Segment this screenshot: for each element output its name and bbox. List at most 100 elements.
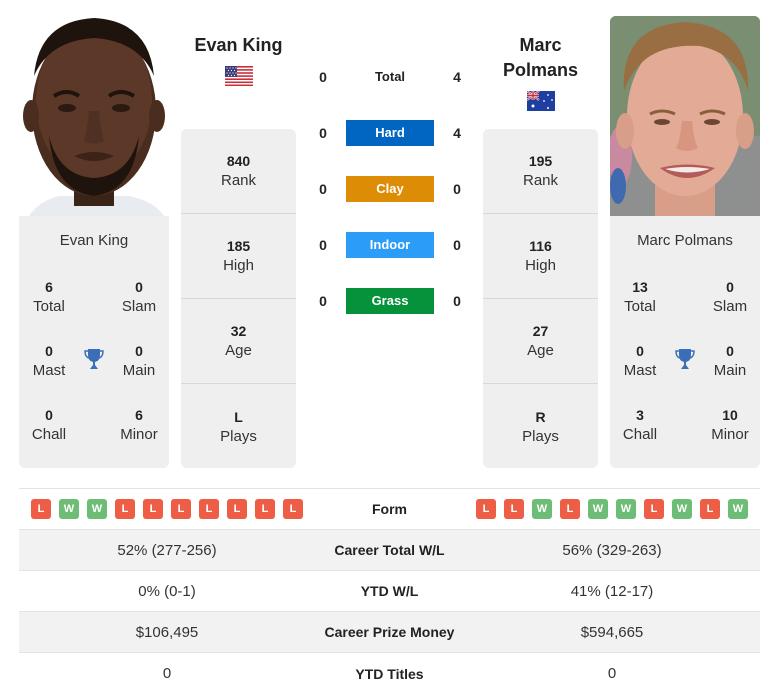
h2h-right-value: 0 <box>453 293 461 309</box>
comparison-row-career-prize-money: $106,495 Career Prize Money $594,665 <box>19 612 760 653</box>
h2h-left-value: 0 <box>319 237 327 253</box>
titles-main-label: Main <box>122 362 156 379</box>
high-value: 116 <box>529 238 552 254</box>
plays-cell: L Plays <box>181 384 296 469</box>
titles-mast: 0 Mast <box>19 341 79 381</box>
form-loss-badge[interactable]: L <box>476 499 496 519</box>
form-loss-badge[interactable]: L <box>700 499 720 519</box>
titles-minor-label: Minor <box>120 426 158 443</box>
player-left-value: 0% (0-1) <box>138 582 196 600</box>
form-label: Form <box>372 501 407 517</box>
comparison-table: LWWLLLLLLL Form LLWLWWLWLW 52% (277-256)… <box>19 488 760 694</box>
titles-mast-value: 0 <box>636 343 644 359</box>
form-loss-badge[interactable]: L <box>171 499 191 519</box>
titles-mast: 0 Mast <box>610 341 670 381</box>
h2h-row-indoor: 0 Indoor 0 <box>310 232 470 258</box>
titles-main: 0 Main <box>700 341 760 381</box>
age-cell: 27 Age <box>483 299 598 384</box>
titles-total-value: 6 <box>45 279 53 295</box>
form-win-badge[interactable]: W <box>588 499 608 519</box>
age-cell: 32 Age <box>181 299 296 384</box>
player-right-value: 56% (329-263) <box>562 541 662 559</box>
player-right-form: LLWLWWLWLW <box>464 499 760 519</box>
player-right-name[interactable]: Marc Polmans <box>483 33 598 83</box>
titles-minor-label: Minor <box>711 426 749 443</box>
form-win-badge[interactable]: W <box>728 499 748 519</box>
player-right-value: 0 <box>607 665 617 682</box>
titles-mast-label: Mast <box>32 362 66 379</box>
us-flag-icon <box>225 66 253 86</box>
player-left-portrait <box>19 16 169 216</box>
titles-card-player-name[interactable]: Marc Polmans <box>610 232 760 249</box>
titles-slam-value: 0 <box>726 279 734 295</box>
high-cell: 116 High <box>483 214 598 299</box>
rank-label: Rank <box>220 172 257 189</box>
form-loss-badge[interactable]: L <box>504 499 524 519</box>
australia-flag-icon <box>526 90 555 111</box>
high-label: High <box>525 257 556 274</box>
player-left-value: 52% (277-256) <box>117 541 217 559</box>
form-loss-badge[interactable]: L <box>199 499 219 519</box>
form-win-badge[interactable]: W <box>59 499 79 519</box>
age-value: 32 <box>230 323 247 339</box>
h2h-left-value: 0 <box>319 125 327 141</box>
form-loss-badge[interactable]: L <box>115 499 135 519</box>
comparison-row-ytd-titles: 0 YTD Titles 0 <box>19 653 760 694</box>
h2h-left-value: 0 <box>319 181 327 197</box>
age-value: 27 <box>532 323 549 339</box>
comparison-row-ytd-w-l: 0% (0-1) YTD W/L 41% (12-17) <box>19 571 760 612</box>
surface-badge-indoor: Indoor <box>346 232 434 258</box>
player-left-name[interactable]: Evan King <box>181 33 296 58</box>
form-loss-badge[interactable]: L <box>644 499 664 519</box>
rank-cell: 195 Rank <box>483 129 598 214</box>
titles-minor-value: 10 <box>722 407 738 423</box>
high-cell: 185 High <box>181 214 296 299</box>
titles-mast-label: Mast <box>623 362 657 379</box>
player-right-stats: 195 Rank 116 High 27 Age R Plays <box>483 129 598 468</box>
comparison-label: Career Prize Money <box>324 624 455 640</box>
titles-total-value: 13 <box>632 279 648 295</box>
player-right-titles-card: Marc Polmans 13 Total 0 Slam 0 Mast 0 Main 3… <box>610 216 760 468</box>
player-left-stats: 840 Rank 185 High 32 Age L Plays <box>181 129 296 468</box>
player-left-value: 0 <box>162 665 172 682</box>
form-loss-badge[interactable]: L <box>255 499 275 519</box>
plays-value: R <box>535 408 546 425</box>
form-win-badge[interactable]: W <box>672 499 692 519</box>
titles-total-label: Total <box>624 298 656 315</box>
h2h-row-grass: 0 Grass 0 <box>310 288 470 314</box>
plays-label: Plays <box>522 427 559 445</box>
titles-slam: 0 Slam <box>700 277 760 317</box>
titles-main-label: Main <box>713 362 747 379</box>
form-win-badge[interactable]: W <box>532 499 552 519</box>
h2h-row-total: 0 Total 4 <box>310 64 470 90</box>
trophy-icon <box>82 347 106 371</box>
rank-value: 195 <box>528 153 553 169</box>
form-win-badge[interactable]: W <box>87 499 107 519</box>
comparison-label: YTD W/L <box>360 583 419 599</box>
form-loss-badge[interactable]: L <box>227 499 247 519</box>
h2h-row-clay: 0 Clay 0 <box>310 176 470 202</box>
comparison-row-career-total-w-l: 52% (277-256) Career Total W/L 56% (329-26… <box>19 530 760 571</box>
form-loss-badge[interactable]: L <box>283 499 303 519</box>
form-loss-badge[interactable]: L <box>31 499 51 519</box>
player-right-value: $594,665 <box>580 623 644 641</box>
plays-label: Plays <box>220 427 257 445</box>
player-left-value: $106,495 <box>135 623 199 641</box>
h2h-left-value: 0 <box>319 69 327 85</box>
titles-slam-label: Slam <box>121 298 157 315</box>
titles-card-player-name[interactable]: Evan King <box>19 232 169 249</box>
form-win-badge[interactable]: W <box>616 499 636 519</box>
titles-minor: 6 Minor <box>109 405 169 445</box>
titles-main: 0 Main <box>109 341 169 381</box>
rank-label: Rank <box>522 172 559 189</box>
form-loss-badge[interactable]: L <box>143 499 163 519</box>
titles-slam-value: 0 <box>135 279 143 295</box>
h2h-row-hard: 0 Hard 4 <box>310 120 470 146</box>
player-left-titles-card: Evan King 6 Total 0 Slam 0 Mast 0 Main 0 Chal… <box>19 216 169 468</box>
titles-slam: 0 Slam <box>109 277 169 317</box>
titles-chall: 3 Chall <box>610 405 670 445</box>
comparison-label: Career Total W/L <box>334 542 445 558</box>
player-right-value: 41% (12-17) <box>570 582 654 600</box>
rank-cell: 840 Rank <box>181 129 296 214</box>
form-loss-badge[interactable]: L <box>560 499 580 519</box>
